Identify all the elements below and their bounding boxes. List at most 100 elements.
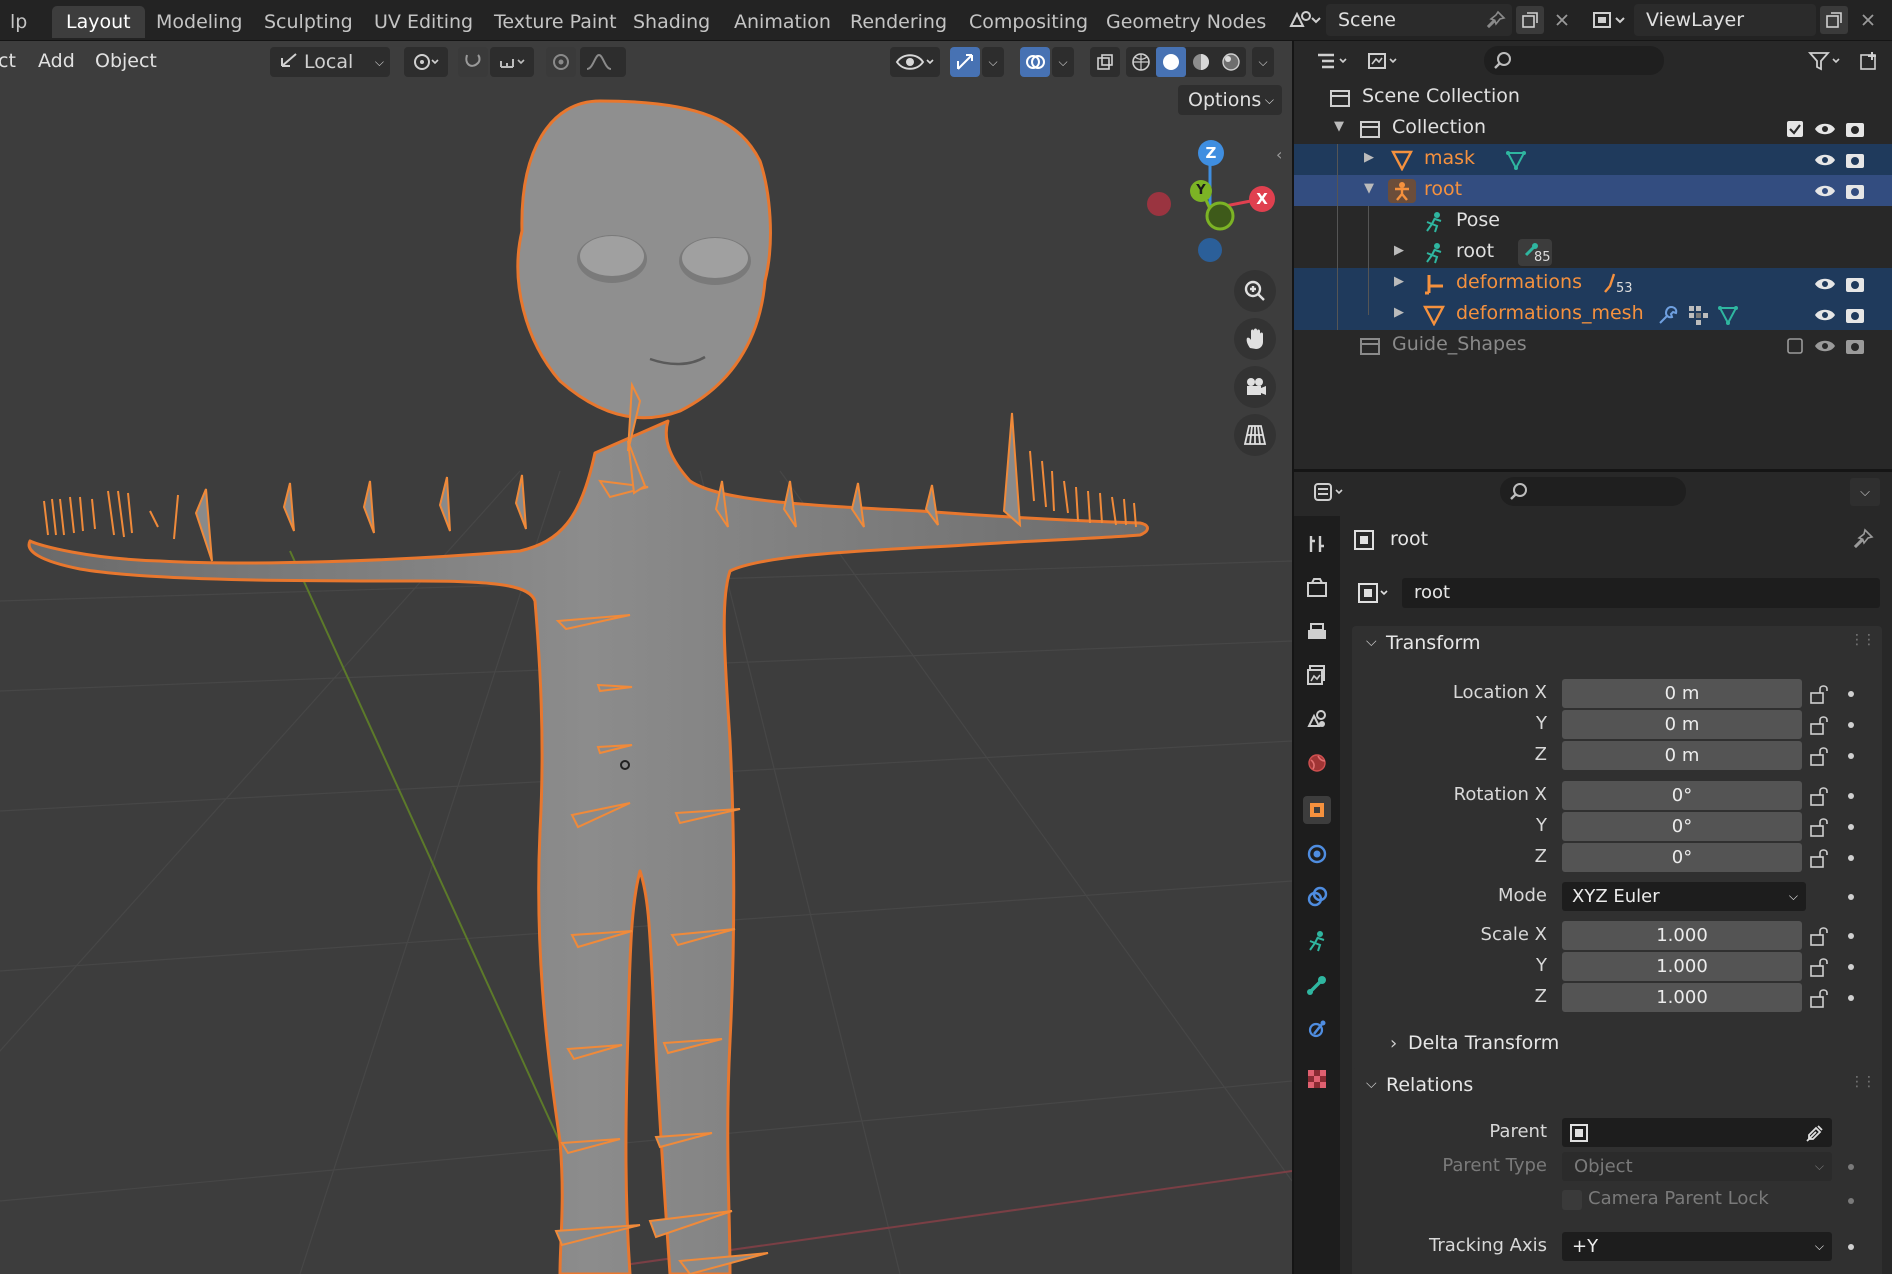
falloff-icon[interactable] bbox=[580, 47, 626, 77]
object-tab-icon[interactable] bbox=[1303, 796, 1331, 824]
solid-shading-icon[interactable] bbox=[1156, 47, 1186, 77]
xray-toggle-icon[interactable] bbox=[1090, 47, 1120, 77]
new-view-layer-icon[interactable] bbox=[1820, 6, 1848, 34]
datablock-selector[interactable] bbox=[1352, 578, 1394, 608]
material-shading-icon[interactable] bbox=[1186, 47, 1216, 77]
bones-count-badge[interactable]: 85 bbox=[1518, 239, 1552, 266]
output-tab-icon[interactable] bbox=[1303, 618, 1331, 646]
bones-count-badge[interactable]: 53 bbox=[1600, 270, 1640, 297]
location-y-field[interactable]: 0 m bbox=[1562, 710, 1802, 739]
scene-tab-icon[interactable] bbox=[1303, 705, 1331, 733]
gizmo-dropdown-icon[interactable]: ⌵ bbox=[982, 47, 1004, 77]
pivot-point-icon[interactable] bbox=[404, 47, 448, 77]
pin-icon[interactable] bbox=[1484, 8, 1508, 32]
properties-search-input[interactable] bbox=[1500, 477, 1686, 506]
camera-render-icon[interactable] bbox=[1844, 180, 1866, 202]
outliner-item-deformations-mesh[interactable]: ▶ deformations_mesh bbox=[1294, 299, 1892, 330]
lock-icon[interactable] bbox=[1808, 714, 1830, 736]
keyframe-dot-icon[interactable] bbox=[1848, 964, 1854, 970]
lock-icon[interactable] bbox=[1808, 847, 1830, 869]
keyframe-dot-icon[interactable] bbox=[1848, 753, 1854, 759]
eye-icon[interactable] bbox=[1814, 335, 1836, 357]
select-menu-partial[interactable]: ct bbox=[0, 47, 16, 75]
tab-modeling[interactable]: Modeling bbox=[142, 6, 256, 38]
new-collection-icon[interactable] bbox=[1854, 47, 1884, 75]
editor-type-icon[interactable] bbox=[1308, 478, 1352, 506]
delta-transform-title[interactable]: Delta Transform bbox=[1408, 1032, 1559, 1054]
keyframe-dot-icon[interactable] bbox=[1848, 824, 1854, 830]
keyframe-dot-icon[interactable] bbox=[1848, 691, 1854, 697]
vertex-groups-icon[interactable] bbox=[1686, 303, 1710, 327]
transform-title[interactable]: Transform bbox=[1386, 632, 1481, 654]
tab-compositing[interactable]: Compositing bbox=[955, 6, 1102, 38]
outliner-item-root[interactable]: ▼ root bbox=[1294, 175, 1892, 206]
object-menu[interactable]: Object bbox=[95, 47, 157, 75]
chevron-down-icon[interactable]: ⌵ bbox=[1850, 478, 1880, 506]
rotation-y-field[interactable]: 0° bbox=[1562, 812, 1802, 841]
outliner-search-input[interactable] bbox=[1484, 46, 1664, 75]
location-z-field[interactable]: 0 m bbox=[1562, 741, 1802, 770]
lock-icon[interactable] bbox=[1808, 816, 1830, 838]
expand-arrow-icon[interactable]: ▼ bbox=[1334, 119, 1344, 134]
object-name-field[interactable]: root bbox=[1402, 578, 1880, 608]
add-menu[interactable]: Add bbox=[38, 47, 75, 75]
camera-render-icon[interactable] bbox=[1844, 118, 1866, 140]
shading-dropdown-icon[interactable]: ⌵ bbox=[1252, 47, 1274, 77]
eye-icon[interactable] bbox=[1814, 273, 1836, 295]
scale-x-field[interactable]: 1.000 bbox=[1562, 921, 1802, 950]
new-scene-icon[interactable] bbox=[1516, 6, 1544, 34]
camera-render-icon[interactable] bbox=[1844, 304, 1866, 326]
tab-rendering[interactable]: Rendering bbox=[836, 6, 961, 38]
lock-icon[interactable] bbox=[1808, 987, 1830, 1009]
pin-icon[interactable] bbox=[1852, 528, 1874, 555]
constraints-tab-icon[interactable] bbox=[1303, 883, 1331, 911]
tab-shading[interactable]: Shading bbox=[619, 6, 724, 38]
gizmo-x-axis[interactable]: X bbox=[1249, 186, 1275, 212]
lock-icon[interactable] bbox=[1808, 785, 1830, 807]
perspective-grid-icon[interactable] bbox=[1234, 414, 1276, 456]
delete-view-layer-icon[interactable] bbox=[1854, 6, 1882, 34]
overlays-dropdown-icon[interactable]: ⌵ bbox=[1052, 47, 1074, 77]
keyframe-dot-icon[interactable] bbox=[1848, 722, 1854, 728]
outliner-collection[interactable]: ▼ Collection bbox=[1294, 113, 1892, 144]
bone-tab-icon[interactable] bbox=[1303, 971, 1331, 999]
tab-uv-editing[interactable]: UV Editing bbox=[360, 6, 487, 38]
overlays-toggle-icon[interactable] bbox=[1020, 47, 1050, 77]
drag-handle-icon[interactable]: ⋮⋮ bbox=[1850, 1074, 1876, 1090]
world-tab-icon[interactable] bbox=[1303, 749, 1331, 777]
snap-toggle-icon[interactable] bbox=[458, 47, 488, 77]
outliner-scene-collection[interactable]: Scene Collection bbox=[1294, 82, 1892, 113]
camera-view-icon[interactable] bbox=[1234, 366, 1276, 408]
wrench-modifier-icon[interactable] bbox=[1656, 303, 1680, 327]
chevron-right-icon[interactable]: › bbox=[1390, 1033, 1397, 1054]
mesh-data-icon[interactable] bbox=[1716, 303, 1740, 327]
view-layer-tab-icon[interactable] bbox=[1303, 661, 1331, 689]
mesh-data-icon[interactable] bbox=[1504, 148, 1528, 172]
lock-icon[interactable] bbox=[1808, 925, 1830, 947]
tab-layout[interactable]: Layout bbox=[52, 6, 145, 38]
exclude-checkbox-icon[interactable] bbox=[1784, 118, 1806, 140]
scale-y-field[interactable]: 1.000 bbox=[1562, 952, 1802, 981]
keyframe-dot-icon[interactable] bbox=[1848, 894, 1854, 900]
expand-arrow-icon[interactable]: ▶ bbox=[1394, 243, 1404, 258]
filter-icon[interactable] bbox=[1802, 47, 1848, 75]
visibility-filter-icon[interactable] bbox=[890, 47, 940, 77]
keyframe-dot-icon[interactable] bbox=[1848, 855, 1854, 861]
camera-render-icon[interactable] bbox=[1844, 149, 1866, 171]
texture-tab-icon[interactable] bbox=[1303, 1065, 1331, 1093]
view-layer-field[interactable]: ViewLayer bbox=[1634, 4, 1816, 36]
expand-arrow-icon[interactable]: ▼ bbox=[1364, 181, 1374, 196]
outliner-item-deformations[interactable]: ▶ deformations 53 bbox=[1294, 268, 1892, 299]
eye-icon[interactable] bbox=[1814, 118, 1836, 140]
parent-type-dropdown[interactable]: Object ⌵ bbox=[1562, 1152, 1832, 1181]
camera-render-icon[interactable] bbox=[1844, 273, 1866, 295]
keyframe-dot-icon[interactable] bbox=[1848, 995, 1854, 1001]
eye-icon[interactable] bbox=[1814, 304, 1836, 326]
armature-data-tab-icon[interactable] bbox=[1303, 927, 1331, 955]
eye-icon[interactable] bbox=[1814, 149, 1836, 171]
modifier-physics-tab-icon[interactable] bbox=[1303, 840, 1331, 868]
tab-geometry-nodes[interactable]: Geometry Nodes bbox=[1092, 6, 1280, 38]
gizmo-y-axis[interactable]: Y bbox=[1190, 180, 1212, 202]
view-layer-selector-icon[interactable] bbox=[1588, 6, 1630, 34]
tab-texture-paint[interactable]: Texture Paint bbox=[480, 6, 631, 38]
